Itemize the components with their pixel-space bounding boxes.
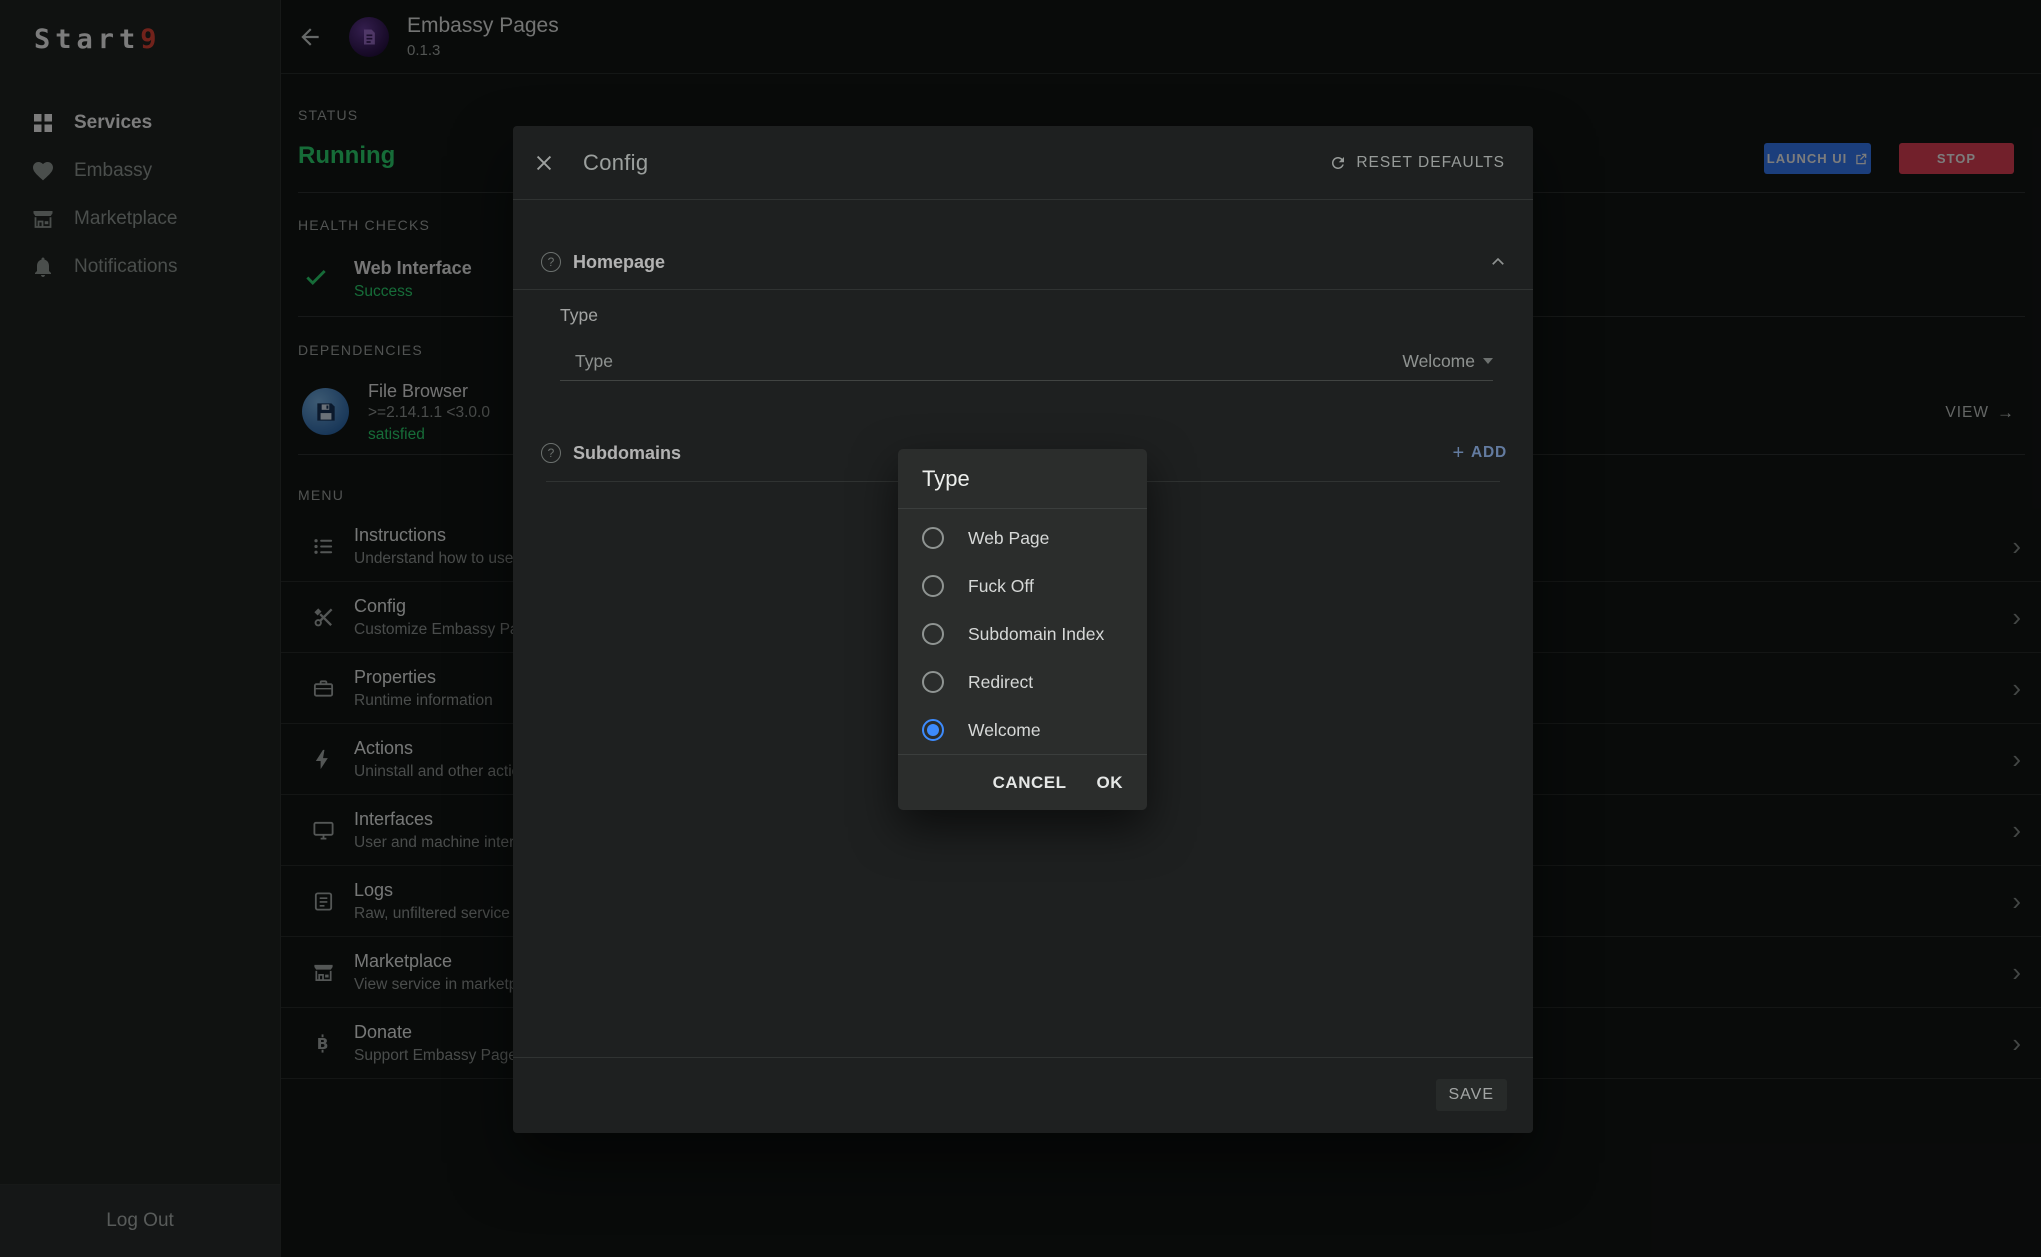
radio-icon xyxy=(922,671,944,693)
radio-icon xyxy=(922,623,944,645)
cancel-button[interactable]: CANCEL xyxy=(993,773,1067,793)
radio-option-label: Web Page xyxy=(968,528,1049,549)
radio-option-web-page[interactable]: Web Page xyxy=(898,514,1147,562)
radio-selected-icon xyxy=(922,719,944,741)
type-dialog-title: Type xyxy=(922,466,970,492)
type-dialog-buttons: CANCEL OK xyxy=(898,754,1147,810)
ok-button[interactable]: OK xyxy=(1097,773,1124,793)
radio-option-subdomain-index[interactable]: Subdomain Index xyxy=(898,610,1147,658)
type-options-list: Web Page Fuck Off Subdomain Index Redire… xyxy=(898,509,1147,754)
radio-icon xyxy=(922,527,944,549)
radio-option-fuck-off[interactable]: Fuck Off xyxy=(898,562,1147,610)
type-dialog-header: Type xyxy=(898,449,1147,509)
radio-option-label: Fuck Off xyxy=(968,576,1034,597)
app-root: Start9 Services Embassy Marketplace Noti… xyxy=(0,0,2041,1257)
radio-option-welcome[interactable]: Welcome xyxy=(898,706,1147,754)
radio-option-label: Redirect xyxy=(968,672,1033,693)
radio-icon xyxy=(922,575,944,597)
radio-option-label: Subdomain Index xyxy=(968,624,1104,645)
radio-option-redirect[interactable]: Redirect xyxy=(898,658,1147,706)
type-dialog: Type Web Page Fuck Off Subdomain Index R… xyxy=(898,449,1147,810)
radio-option-label: Welcome xyxy=(968,720,1041,741)
